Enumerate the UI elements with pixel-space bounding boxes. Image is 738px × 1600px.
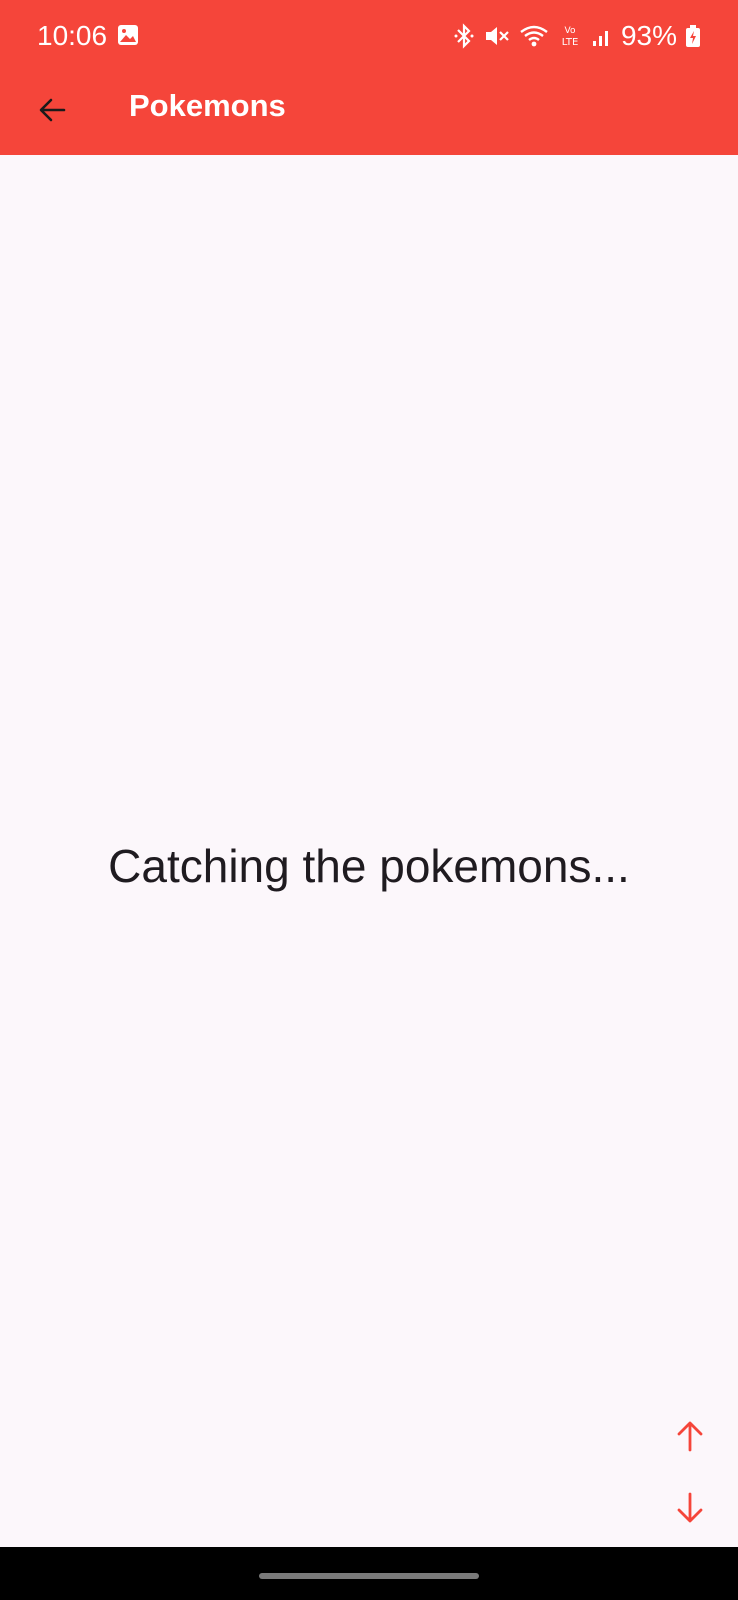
status-icons: Vo LTE 93% — [453, 18, 701, 54]
back-button[interactable] — [22, 80, 82, 140]
status-time: 10:06 — [37, 20, 108, 51]
arrow-up-icon — [677, 1421, 703, 1452]
scroll-down-button[interactable] — [666, 1484, 714, 1532]
scroll-up-button[interactable] — [666, 1412, 714, 1460]
screen: 10:06 Vo LTE 93% Pokemons Catching the p… — [0, 0, 738, 1600]
mute-icon — [485, 27, 509, 45]
signal-icon — [592, 31, 608, 46]
page-title: Pokemons — [129, 88, 286, 123]
loading-message: Catching the pokemons... — [108, 840, 630, 892]
wifi-icon — [520, 25, 548, 47]
gallery-icon — [118, 25, 138, 45]
home-gesture-handle[interactable] — [259, 1573, 479, 1579]
bluetooth-icon — [454, 23, 474, 49]
app-bar: Pokemons — [0, 70, 738, 155]
arrow-left-icon — [39, 98, 66, 122]
battery-percentage: 93% — [620, 20, 677, 51]
volte-icon: Vo LTE — [562, 26, 579, 48]
arrow-down-icon — [677, 1492, 703, 1523]
battery-charging-icon — [686, 25, 700, 47]
svg-text:Vo: Vo — [564, 26, 575, 36]
status-bar: 10:06 Vo LTE 93% — [0, 0, 738, 70]
navigation-bar — [0, 1547, 738, 1600]
svg-text:LTE: LTE — [562, 37, 579, 48]
